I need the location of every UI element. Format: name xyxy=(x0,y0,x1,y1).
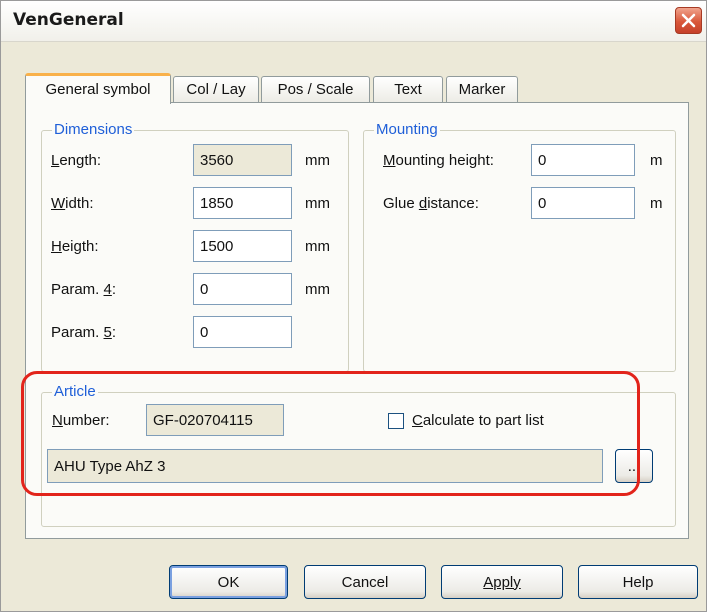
dimensions-group: Dimensions Length: mm Width: mm Heigth: … xyxy=(41,121,349,372)
param5-label: Param. 5: xyxy=(51,324,117,341)
article-browse-button[interactable]: ... xyxy=(615,449,653,483)
dialog-window: VenGeneral General symbol Col / Lay Pos … xyxy=(0,0,707,612)
mounting-height-field[interactable] xyxy=(531,144,635,176)
apply-button[interactable]: Apply xyxy=(441,565,563,599)
param4-label: Param. 4: xyxy=(51,281,117,298)
calculate-part-list-label[interactable]: Calculate to part list xyxy=(412,412,544,429)
width-label: Width: xyxy=(51,195,94,212)
mounting-height-unit: m xyxy=(650,152,663,169)
article-number-label: Number: xyxy=(52,412,110,429)
length-label: Length: xyxy=(51,152,102,169)
article-legend: Article xyxy=(52,383,98,400)
article-number-field[interactable] xyxy=(146,404,284,436)
tab-text[interactable]: Text xyxy=(373,76,443,103)
glue-distance-unit: m xyxy=(650,195,663,212)
length-unit: mm xyxy=(305,152,330,169)
heigth-label: Heigth: xyxy=(51,238,99,255)
title-bar[interactable]: VenGeneral xyxy=(1,1,706,42)
ok-button[interactable]: OK xyxy=(169,565,288,599)
mounting-legend: Mounting xyxy=(374,121,440,138)
close-button[interactable] xyxy=(675,7,702,34)
param5-field[interactable] xyxy=(193,316,292,348)
tab-col-lay[interactable]: Col / Lay xyxy=(173,76,259,103)
heigth-field[interactable] xyxy=(193,230,292,262)
width-unit: mm xyxy=(305,195,330,212)
apply-label: Apply xyxy=(483,573,521,591)
tab-general-symbol[interactable]: General symbol xyxy=(25,73,171,104)
tab-marker[interactable]: Marker xyxy=(446,76,518,103)
tab-panel-general-symbol: Dimensions Length: mm Width: mm Heigth: … xyxy=(25,102,689,539)
article-description-field[interactable] xyxy=(47,449,603,483)
width-field[interactable] xyxy=(193,187,292,219)
article-group: Article Number: Calculate to part list .… xyxy=(41,383,676,527)
window-title: VenGeneral xyxy=(13,10,124,30)
param4-field[interactable] xyxy=(193,273,292,305)
length-field[interactable] xyxy=(193,144,292,176)
mounting-group: Mounting Mounting height: m Glue distanc… xyxy=(363,121,676,372)
dimensions-legend: Dimensions xyxy=(52,121,135,138)
tab-pos-scale[interactable]: Pos / Scale xyxy=(261,76,370,103)
heigth-unit: mm xyxy=(305,238,330,255)
param4-unit: mm xyxy=(305,281,330,298)
help-button[interactable]: Help xyxy=(578,565,698,599)
glue-distance-label: Glue distance: xyxy=(383,195,479,212)
glue-distance-field[interactable] xyxy=(531,187,635,219)
mounting-height-label: Mounting height: xyxy=(383,152,494,169)
close-icon xyxy=(681,13,696,28)
cancel-button[interactable]: Cancel xyxy=(304,565,426,599)
calculate-part-list-checkbox[interactable] xyxy=(388,413,404,429)
